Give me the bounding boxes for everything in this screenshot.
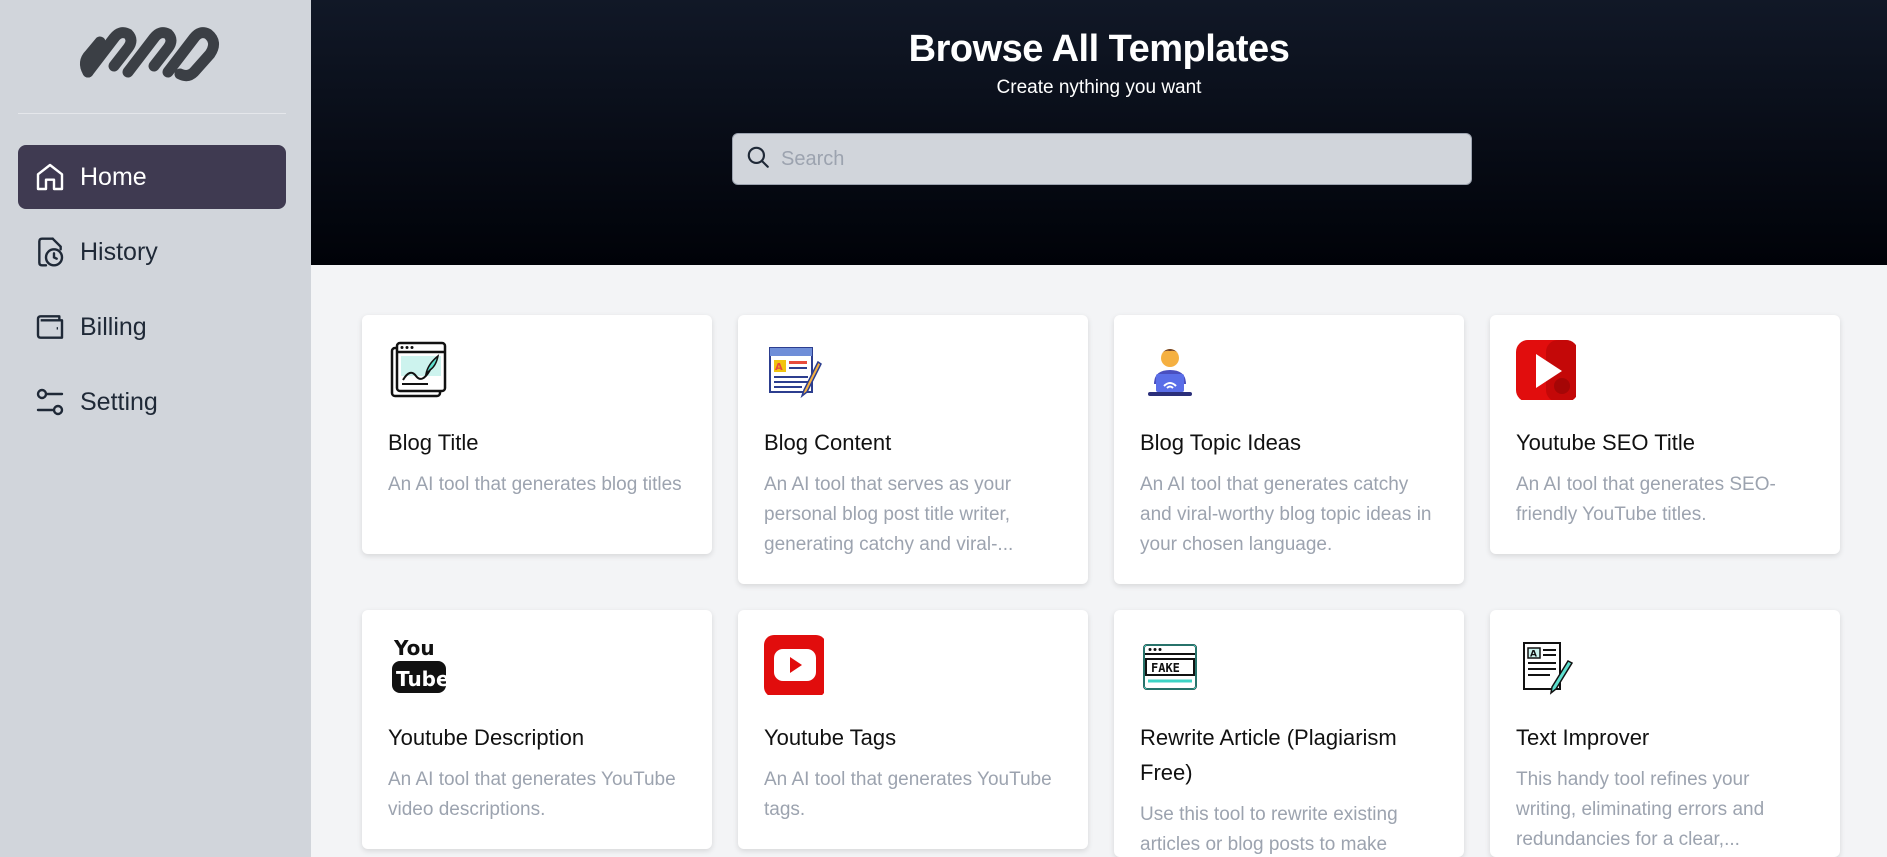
card-description: An AI tool that generates blog titles (388, 474, 682, 495)
fake-browser-icon: FAKE (1143, 644, 1197, 690)
youtube-logo-icon: You Tube (392, 636, 450, 693)
template-card[interactable]: A Text Improver This handy tool refines … (1490, 610, 1840, 857)
svg-text:A: A (775, 362, 783, 373)
svg-text:FAKE: FAKE (1151, 661, 1180, 675)
template-card[interactable]: Youtube SEO Title An AI tool that genera… (1490, 315, 1840, 554)
svg-text:A: A (1530, 650, 1537, 660)
template-card[interactable]: A Blog Content An AI tool that serves as… (738, 315, 1088, 584)
template-card[interactable]: FAKE Rewrite Article (Plagiarism Free) U… (1114, 610, 1464, 857)
youtube-play-icon (1516, 340, 1578, 402)
sliders-icon (33, 385, 67, 419)
card-description: An AI tool that generates catchy and vir… (1140, 474, 1432, 555)
text-improver-icon: A (1523, 642, 1574, 695)
card-title: Text Improver (1516, 725, 1650, 750)
page-subtitle: Create nything you want (996, 77, 1202, 98)
card-description: An AI tool that generates YouTube tags. (764, 769, 1052, 820)
template-card[interactable]: Blog Topic Ideas An AI tool that generat… (1114, 315, 1464, 584)
sidebar: Home History Billing Setting (0, 0, 311, 857)
sidebar-item-label: Billing (80, 312, 147, 341)
card-description: Use this tool to rewrite existing articl… (1140, 804, 1398, 855)
page-title: Browse All Templates (908, 28, 1290, 70)
card-title: Rewrite Article (Plagiarism Free) (1140, 725, 1397, 785)
template-card[interactable]: You Tube Youtube Description An AI tool … (362, 610, 712, 849)
app-logo[interactable] (76, 22, 228, 84)
card-title: Blog Content (764, 430, 892, 455)
blog-content-icon: A (769, 347, 822, 399)
sidebar-item-label: Home (80, 162, 147, 191)
sidebar-item-history[interactable]: History (18, 220, 286, 284)
template-card[interactable]: Blog Title An AI tool that generates blo… (362, 315, 712, 554)
history-icon (33, 235, 67, 269)
sidebar-item-home[interactable]: Home (18, 145, 286, 209)
card-title: Youtube Description (388, 725, 585, 750)
sidebar-item-label: History (80, 237, 158, 266)
sidebar-item-billing[interactable]: Billing (18, 295, 286, 359)
sidebar-item-setting[interactable]: Setting (18, 370, 286, 434)
card-description: An AI tool that serves as your personal … (764, 474, 1014, 555)
card-title: Blog Topic Ideas (1140, 430, 1302, 455)
sidebar-divider (18, 113, 286, 114)
sidebar-nav: Home History Billing Setting (18, 145, 286, 445)
card-description: An AI tool that generates SEO-friendly Y… (1516, 474, 1776, 525)
sidebar-item-label: Setting (80, 387, 158, 416)
svg-text:You: You (393, 636, 435, 660)
search-bar[interactable] (732, 133, 1472, 185)
template-card[interactable]: Youtube Tags An AI tool that generates Y… (738, 610, 1088, 849)
card-description: This handy tool refines your writing, el… (1516, 769, 1765, 850)
svg-text:Tube: Tube (396, 667, 448, 691)
blog-topic-icon (1148, 349, 1192, 396)
search-icon (745, 144, 771, 175)
card-title: Blog Title (388, 430, 479, 455)
youtube-tags-icon (764, 635, 826, 697)
wallet-icon (33, 310, 67, 344)
home-icon (33, 160, 67, 194)
card-title: Youtube Tags (764, 725, 897, 750)
blog-title-icon (390, 341, 447, 398)
search-input[interactable] (781, 147, 1471, 171)
card-title: Youtube SEO Title (1516, 430, 1695, 455)
page-header: Browse All Templates Create nything you … (311, 0, 1887, 265)
card-description: An AI tool that generates YouTube video … (388, 769, 676, 820)
